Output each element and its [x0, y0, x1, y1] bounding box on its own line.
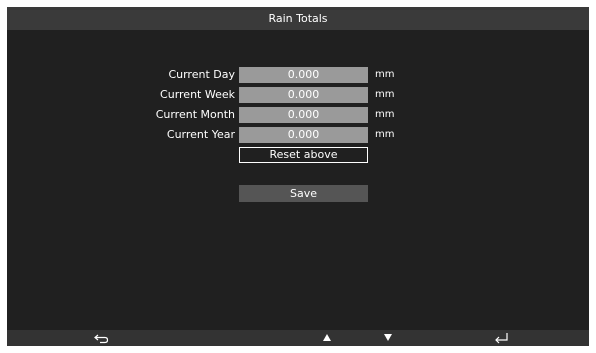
current-week-label: Current Week [160, 88, 235, 101]
current-year-value-field[interactable]: 0.000 [239, 127, 368, 143]
back-icon[interactable] [91, 330, 113, 346]
enter-icon[interactable] [491, 330, 513, 346]
down-arrow-icon[interactable] [380, 330, 396, 346]
current-day-label: Current Day [168, 68, 235, 81]
screen-frame: Rain Totals Current Day 0.000 mm Current… [0, 0, 596, 353]
current-month-unit: mm [375, 109, 395, 120]
title-bar: Rain Totals [7, 7, 589, 30]
current-week-unit: mm [375, 89, 395, 100]
save-button[interactable]: Save [239, 185, 368, 202]
footer-nav-bar [7, 330, 589, 346]
current-week-value-field[interactable]: 0.000 [239, 87, 368, 103]
page-title: Rain Totals [268, 12, 328, 25]
current-day-unit: mm [375, 69, 395, 80]
current-year-label: Current Year [166, 128, 235, 141]
current-day-value-field[interactable]: 0.000 [239, 67, 368, 83]
current-month-value-field[interactable]: 0.000 [239, 107, 368, 123]
display-screen: Rain Totals Current Day 0.000 mm Current… [7, 7, 589, 346]
current-month-label: Current Month [155, 108, 235, 121]
reset-above-button[interactable]: Reset above [239, 147, 368, 163]
up-arrow-icon[interactable] [319, 330, 335, 346]
current-year-unit: mm [375, 129, 395, 140]
